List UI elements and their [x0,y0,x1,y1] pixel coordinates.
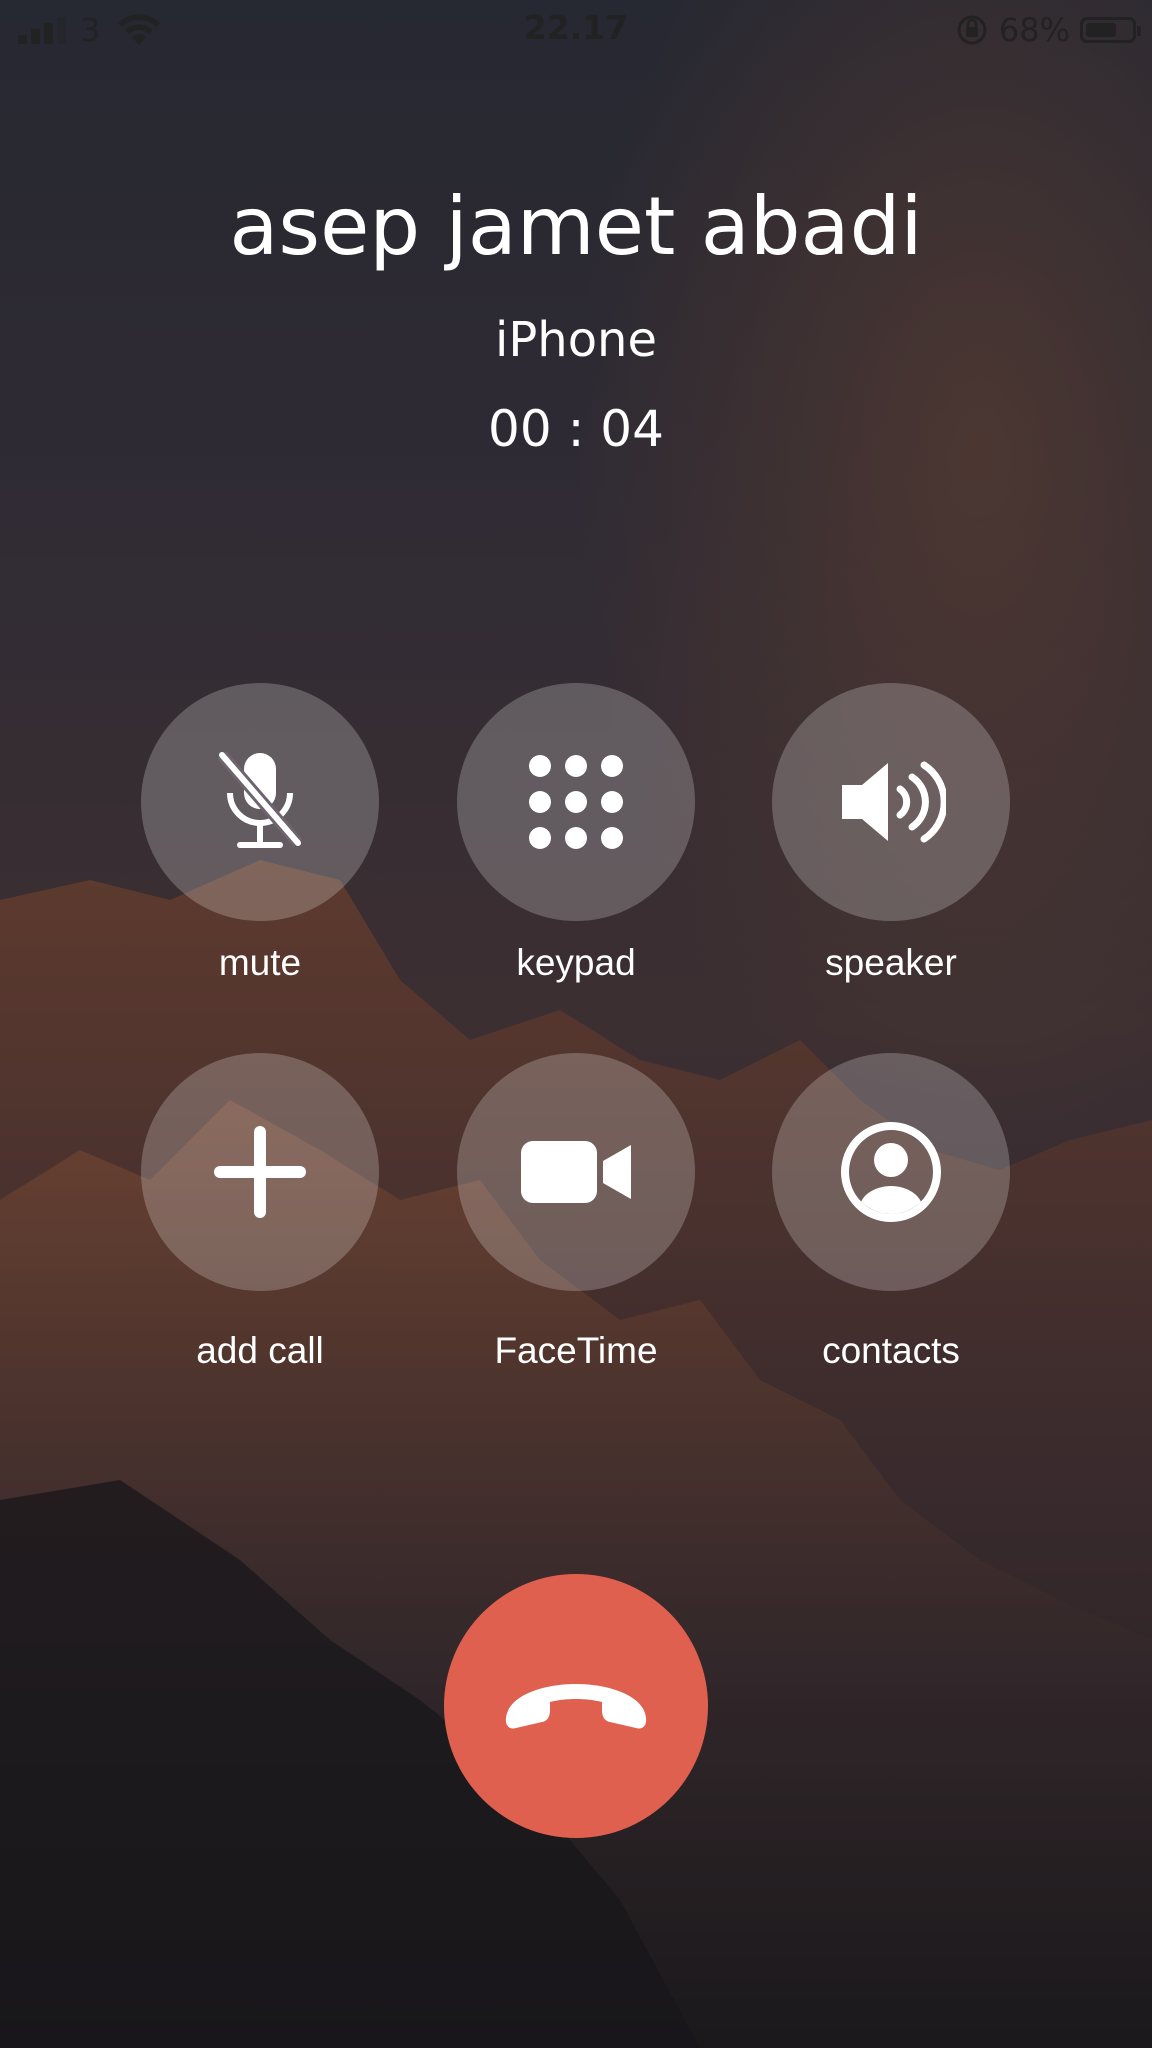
phone-hangup-icon [505,1684,647,1729]
keypad-label: keypad [516,942,636,983]
speaker-button[interactable] [772,683,1010,921]
battery-percent: 68% [998,11,1070,49]
add-call-button[interactable] [141,1053,379,1291]
person-circle-icon [841,1122,941,1222]
add-call-label: add call [196,1330,324,1371]
caller-name: asep jamet abadi [229,180,923,273]
mic-slash-icon [217,751,303,848]
video-camera-icon [521,1141,631,1203]
caller-device: iPhone [494,312,658,368]
status-bar: 3 22.17 68% [0,0,1152,60]
mute-label: mute [218,942,302,983]
facetime-label: FaceTime [494,1330,658,1371]
mute-button[interactable] [141,683,379,921]
status-bar-right: 68% [955,10,1141,50]
battery-level-fill [1086,23,1116,37]
call-duration: 00 : 04 [488,400,664,458]
speaker-icon [842,761,946,843]
plus-icon [214,1126,306,1218]
facetime-button[interactable] [457,1053,695,1291]
speaker-label: speaker [825,942,957,983]
orientation-lock-icon [957,15,987,45]
end-call-button[interactable] [444,1574,708,1838]
contacts-button[interactable] [772,1053,1010,1291]
keypad-button[interactable] [457,683,695,921]
keypad-icon [529,755,623,849]
battery-icon [1080,17,1141,43]
contacts-label: contacts [822,1330,960,1371]
